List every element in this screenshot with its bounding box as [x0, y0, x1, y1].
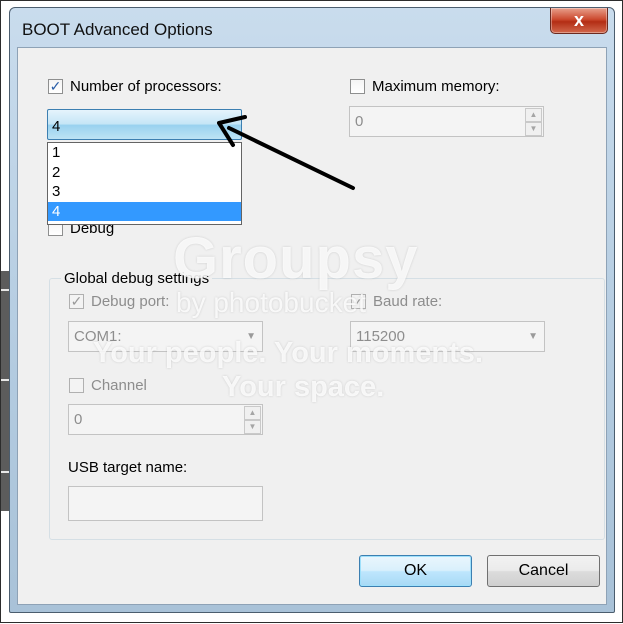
channel-input[interactable]: 0 ▲ ▼	[68, 404, 263, 435]
memory-checkbox[interactable]	[350, 79, 365, 94]
close-icon: x	[573, 10, 584, 30]
title-bar[interactable]: BOOT Advanced Options x	[10, 8, 614, 48]
processors-selected-value: 4	[52, 118, 61, 135]
processors-checkbox[interactable]: ✓	[48, 79, 63, 94]
processors-select[interactable]: 4	[47, 109, 242, 140]
memory-spin-up[interactable]: ▲	[525, 108, 542, 122]
chevron-down-icon: ▼	[246, 331, 256, 342]
global-debug-title: Global debug settings	[61, 270, 213, 287]
channel-value: 0	[74, 411, 83, 428]
debug-port-checkbox[interactable]: ✓	[69, 294, 84, 309]
usb-target-input[interactable]	[68, 486, 263, 521]
cancel-button[interactable]: Cancel	[487, 555, 600, 587]
dialog-body: ✓ Number of processors: Maximum memory: …	[17, 47, 607, 605]
baud-rate-checkbox[interactable]: ✓	[351, 294, 366, 309]
checkmark-icon: ✓	[49, 78, 62, 94]
spin-down-icon: ▼	[529, 124, 538, 133]
memory-label: Maximum memory:	[372, 78, 500, 95]
spin-down-icon: ▼	[248, 422, 257, 431]
ok-button[interactable]: OK	[359, 555, 472, 587]
dropdown-option-1[interactable]: 1	[48, 143, 241, 163]
debug-port-value: COM1:	[74, 328, 122, 345]
checkmark-icon: ✓	[352, 293, 365, 309]
baud-rate-label: Baud rate:	[373, 293, 443, 310]
channel-spin-up[interactable]: ▲	[244, 406, 261, 420]
spin-up-icon: ▲	[529, 110, 538, 119]
chevron-down-icon: ▼	[528, 331, 538, 342]
channel-checkbox[interactable]	[69, 378, 84, 393]
dropdown-option-2[interactable]: 2	[48, 163, 241, 183]
processors-label: Number of processors:	[70, 78, 222, 95]
dropdown-option-4[interactable]: 4	[48, 201, 241, 221]
baud-rate-select[interactable]: 115200 ▼	[350, 321, 545, 352]
channel-label: Channel	[91, 377, 147, 394]
window-title: BOOT Advanced Options	[22, 20, 213, 39]
processors-dropdown-list: 1 2 3 4	[47, 142, 242, 225]
debug-port-label: Debug port:	[91, 293, 170, 310]
screenshot-frame: BOOT Advanced Options x ✓ Number of proc…	[0, 0, 623, 623]
checkmark-icon: ✓	[70, 293, 83, 309]
close-button[interactable]: x	[550, 8, 608, 34]
usb-target-label: USB target name:	[68, 459, 188, 476]
channel-spin-down[interactable]: ▼	[244, 420, 261, 434]
memory-input[interactable]: 0 ▲ ▼	[349, 106, 544, 137]
memory-spin-down[interactable]: ▼	[525, 122, 542, 136]
debug-port-select[interactable]: COM1: ▼	[68, 321, 263, 352]
dropdown-option-3[interactable]: 3	[48, 182, 241, 202]
dialog-window: BOOT Advanced Options x ✓ Number of proc…	[9, 7, 615, 613]
memory-value: 0	[355, 113, 364, 130]
baud-rate-value: 115200	[356, 328, 405, 345]
spin-up-icon: ▲	[248, 408, 257, 417]
